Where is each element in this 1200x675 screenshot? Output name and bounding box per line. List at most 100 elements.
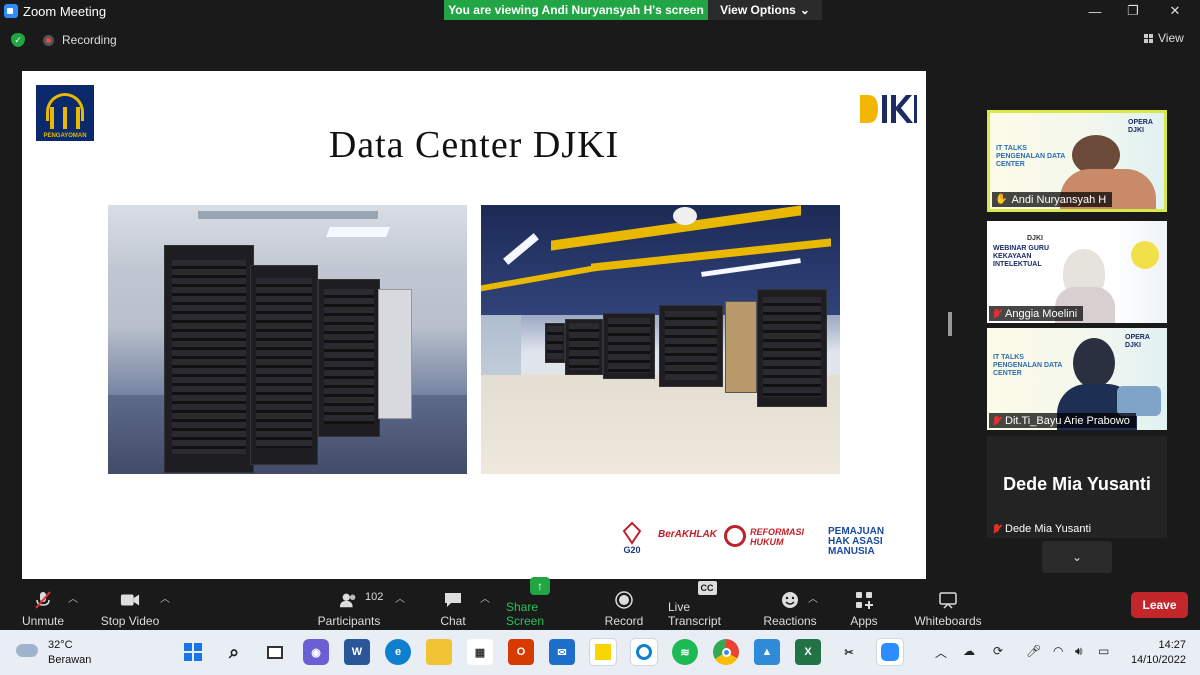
virtual-background-text: IT TALKS PENGENALAN DATA CENTER xyxy=(996,145,1066,168)
pemajuan-ham-logo: PEMAJUAN HAK ASASI MANUSIA xyxy=(828,526,885,557)
file-explorer-icon[interactable] xyxy=(426,639,452,665)
live-transcript-label: Live Transcript xyxy=(668,600,721,628)
meeting-toolbar: Unmute ︿ Stop Video ︿ 102 Participants ︿… xyxy=(0,577,1200,630)
g20-logo: G20 xyxy=(622,521,642,555)
microsoft-store-icon[interactable]: ▦ xyxy=(467,639,493,665)
windows-taskbar: 32°C Berawan ⌕ ◉ W e ▦ O ✉ ≋ ▲ X ✂ ︿ ☁ ⟳… xyxy=(0,630,1200,675)
participant-name-label: Dit.Ti_Bayu Arie Prabowo xyxy=(989,413,1136,428)
footer-logos: G20 BerAKHLAK REFORMASI HUKUM PEMAJUAN H… xyxy=(620,521,910,565)
restore-icon[interactable]: ❐ xyxy=(1113,0,1153,22)
close-icon[interactable]: ✕ xyxy=(1155,0,1195,22)
photos-icon[interactable]: ▲ xyxy=(754,639,780,665)
search-icon[interactable]: ⌕ xyxy=(221,639,247,665)
video-options-caret[interactable]: ︿ xyxy=(160,590,170,605)
apps-icon xyxy=(854,591,874,609)
participant-tile[interactable]: IT TALKS PENGENALAN DATA CENTER OPERA DJ… xyxy=(987,328,1167,430)
cc-icon: CC xyxy=(697,581,717,595)
video-camera-icon xyxy=(120,591,140,609)
view-label: View xyxy=(1158,31,1184,45)
unmute-label: Unmute xyxy=(21,614,65,628)
virtual-background-logo: OPERA DJKI xyxy=(1125,334,1150,349)
whiteboard-icon xyxy=(938,591,958,609)
participants-icon: 102 xyxy=(339,591,383,609)
data-center-photo xyxy=(481,205,840,474)
mail-icon[interactable]: ✉ xyxy=(549,639,575,665)
participants-count: 102 xyxy=(365,591,384,603)
share-screen-button[interactable]: ↑ Share Screen xyxy=(506,577,574,628)
weather-temperature[interactable]: 32°C xyxy=(48,639,73,651)
clock-date: 14/10/2022 xyxy=(1130,654,1186,666)
mic-muted-icon xyxy=(992,415,1001,426)
view-options-button[interactable]: View Options ⌄ xyxy=(708,0,822,20)
record-icon xyxy=(43,35,54,46)
chat-options-caret[interactable]: ︿ xyxy=(480,590,490,605)
excel-icon[interactable]: X xyxy=(795,639,821,665)
chevron-down-icon: ⌄ xyxy=(1071,550,1083,564)
participants-options-caret[interactable]: ︿ xyxy=(395,590,405,605)
wifi-icon[interactable]: ◠ xyxy=(1053,644,1063,658)
onedrive-cloud-icon[interactable]: ☁ xyxy=(963,644,975,658)
participant-display-name: Dede Mia Yusanti xyxy=(1003,474,1151,494)
reactions-options-caret[interactable]: ︿ xyxy=(808,590,818,605)
record-button[interactable]: Record xyxy=(604,586,644,628)
office-icon[interactable]: O xyxy=(508,639,534,665)
scroll-participants-down-button[interactable]: ⌄ xyxy=(1042,541,1112,573)
start-menu-icon[interactable] xyxy=(180,639,206,665)
live-transcript-button[interactable]: CC Live Transcript xyxy=(668,581,746,628)
participant-name-label: Anggia Moelini xyxy=(989,306,1084,321)
chevron-up-icon[interactable]: ︿ xyxy=(935,644,947,661)
grid-icon xyxy=(1144,33,1153,43)
teams-chat-icon[interactable]: ◉ xyxy=(303,639,329,665)
chrome-icon[interactable] xyxy=(713,639,739,665)
participants-button[interactable]: 102 Participants xyxy=(317,586,384,628)
task-view-icon[interactable] xyxy=(262,639,288,665)
cloud-icon[interactable] xyxy=(16,644,38,657)
app-icon[interactable] xyxy=(631,639,657,665)
participant-tile[interactable]: IT TALKS PENGENALAN DATA CENTER OPERA DJ… xyxy=(987,110,1167,212)
sticky-notes-icon[interactable] xyxy=(590,639,616,665)
whiteboards-button[interactable]: Whiteboards xyxy=(912,586,984,628)
unmute-button[interactable]: Unmute xyxy=(18,586,68,628)
chat-button[interactable]: Chat xyxy=(440,586,466,628)
system-clock[interactable]: 14:27 14/10/2022 xyxy=(1126,638,1186,668)
volume-icon[interactable]: 🔊︎ xyxy=(1075,644,1083,659)
spotify-icon[interactable]: ≋ xyxy=(672,639,698,665)
participant-tile[interactable]: Dede Mia Yusanti Dede Mia Yusanti xyxy=(987,436,1167,538)
reformasi-hukum-logo: REFORMASI HUKUM xyxy=(750,527,804,547)
view-button[interactable]: View xyxy=(1144,31,1184,45)
reactions-label: Reactions xyxy=(763,614,817,628)
edge-icon[interactable]: e xyxy=(385,639,411,665)
battery-icon[interactable]: ▭ xyxy=(1098,644,1109,658)
zoom-taskbar-icon[interactable] xyxy=(877,639,903,665)
share-screen-icon-wrap: ↑ xyxy=(530,577,550,595)
chat-icon xyxy=(443,591,463,609)
audio-options-caret[interactable]: ︿ xyxy=(68,590,78,605)
weather-description[interactable]: Berawan xyxy=(48,654,91,666)
panel-splitter-handle[interactable] xyxy=(948,312,952,336)
zoom-window: Zoom Meeting You are viewing Andi Nuryan… xyxy=(0,0,1200,675)
share-screen-label: Share Screen xyxy=(506,600,545,628)
apps-label: Apps xyxy=(850,614,878,628)
participant-tile[interactable]: WEBINAR GURU KEKAYAAN INTELEKTUAL DJKI A… xyxy=(987,221,1167,323)
zoom-app-icon xyxy=(4,4,18,18)
participants-label: Participants xyxy=(317,614,381,628)
stop-video-button[interactable]: Stop Video xyxy=(100,586,160,628)
share-banner: You are viewing Andi Nuryansyah H's scre… xyxy=(444,0,708,20)
participant-name-label: ✋ Andi Nuryansyah H xyxy=(992,192,1113,207)
record-icon xyxy=(614,591,634,609)
slide-title: Data Center DJKI xyxy=(328,124,620,166)
recording-label: Recording xyxy=(62,33,117,47)
sync-icon[interactable]: ⟳ xyxy=(993,644,1003,658)
view-options-label: View Options xyxy=(720,3,796,17)
mic-muted-icon xyxy=(33,591,53,609)
minimize-icon[interactable]: — xyxy=(1075,0,1115,22)
word-icon[interactable]: W xyxy=(344,639,370,665)
smiley-icon xyxy=(780,591,800,609)
microphone-icon[interactable]: 🎤︎ xyxy=(1026,644,1041,658)
snipping-tool-icon[interactable]: ✂ xyxy=(836,639,862,665)
leave-button[interactable]: Leave xyxy=(1131,592,1188,618)
apps-button[interactable]: Apps xyxy=(850,586,878,628)
server-room-photo xyxy=(108,205,467,474)
mic-muted-icon xyxy=(992,523,1001,534)
shield-icon[interactable]: ✓ xyxy=(11,33,25,47)
